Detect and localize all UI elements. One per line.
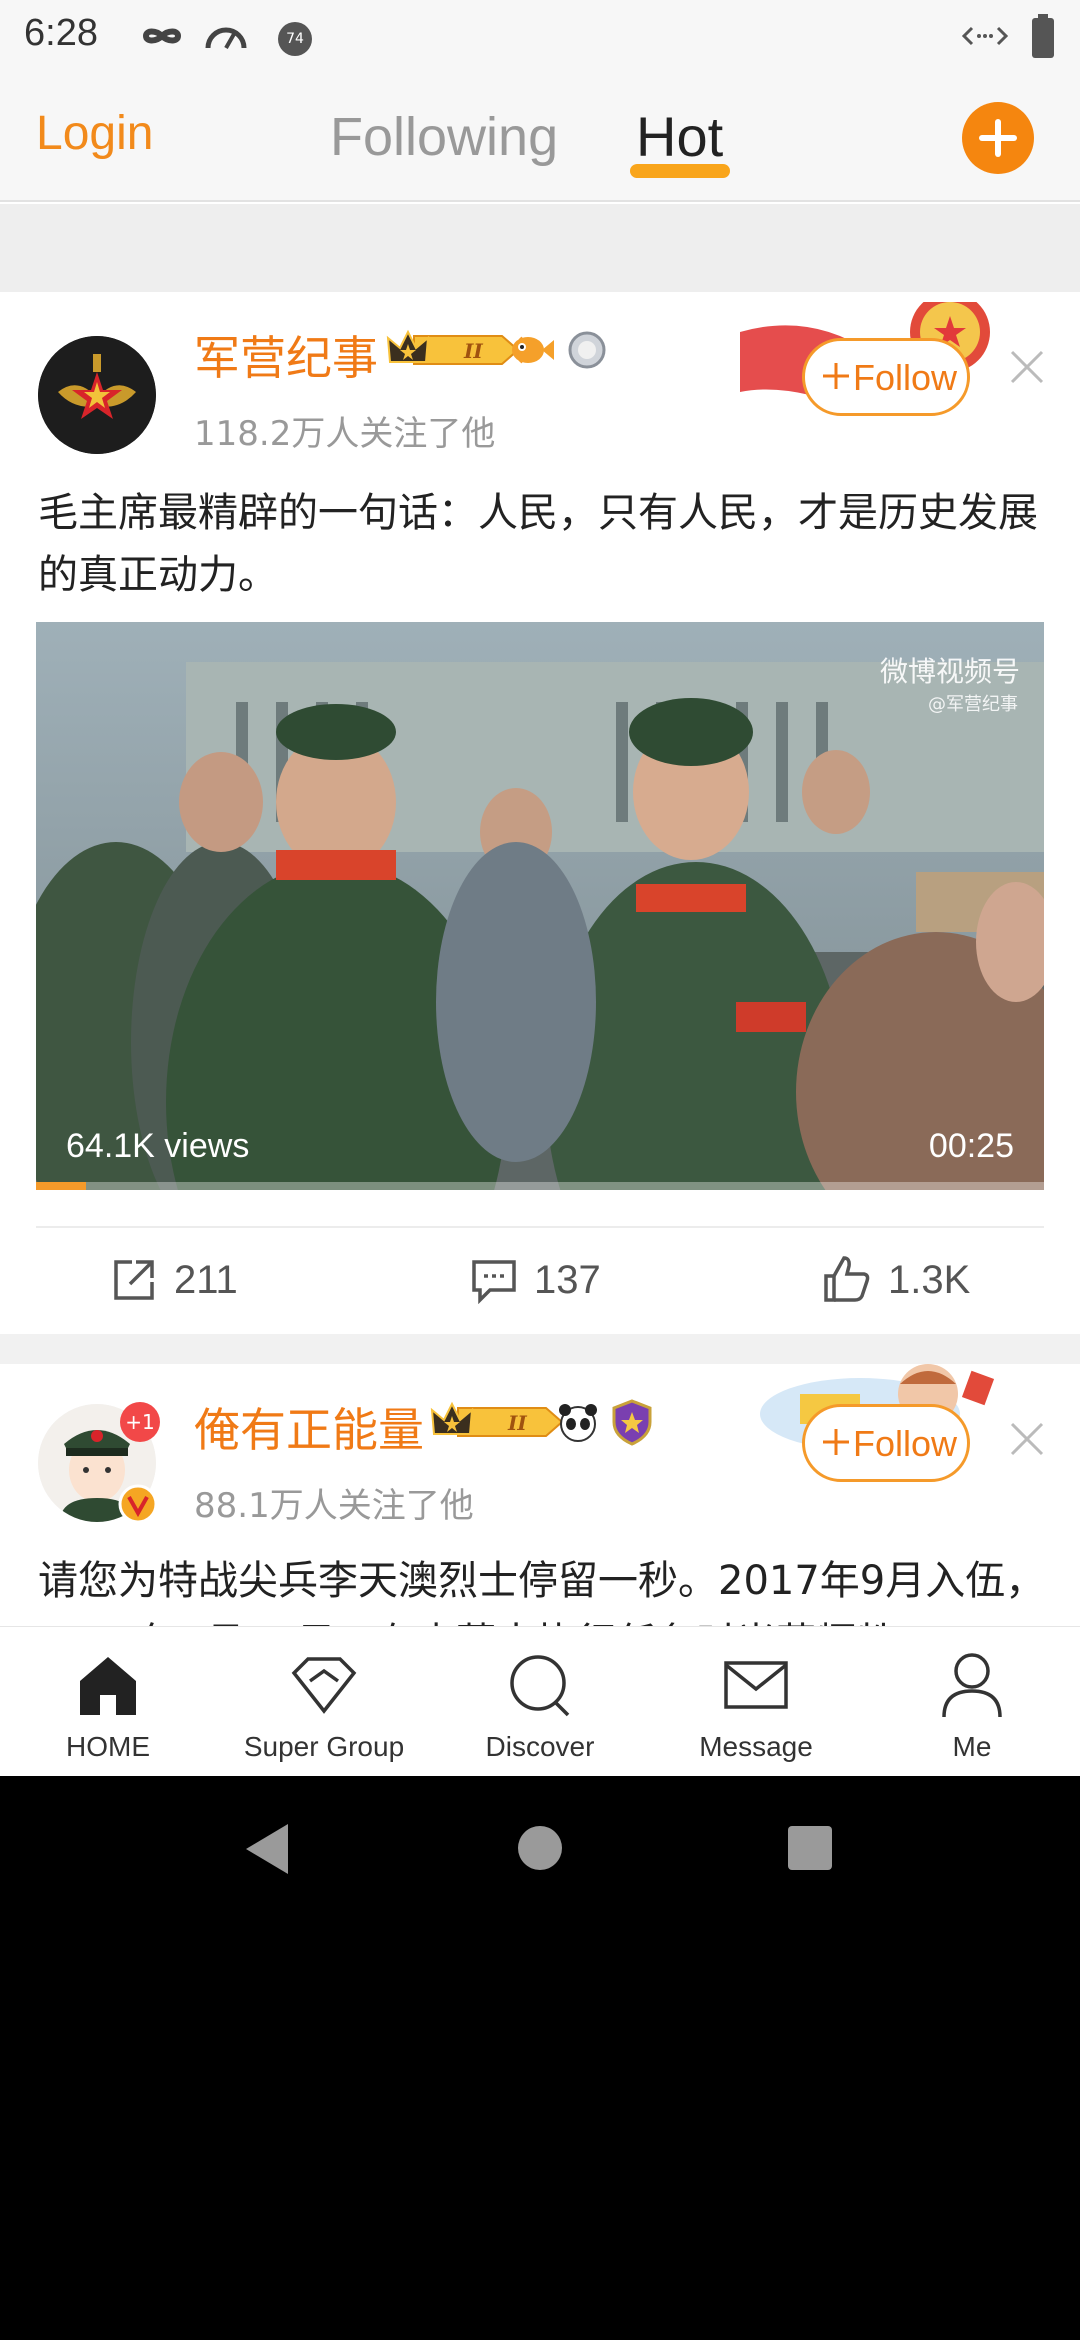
panda-badge-icon xyxy=(559,1404,597,1442)
fish-badge-icon xyxy=(512,337,554,363)
video-watermark-sub: @军营纪事 xyxy=(928,694,1018,715)
medal-badge-icon xyxy=(568,331,606,369)
video-duration: 00:25 xyxy=(928,1127,1014,1165)
back-icon[interactable] xyxy=(244,1822,292,1876)
recents-icon[interactable] xyxy=(786,1824,834,1872)
follower-count: 118.2万人关注了他 xyxy=(194,414,496,454)
like-count: 1.3K xyxy=(888,1258,971,1302)
status-bar: 6:28 74 xyxy=(0,0,1080,72)
avatar-notification-badge: +1 xyxy=(120,1402,160,1442)
login-link[interactable]: Login xyxy=(36,106,153,161)
tab-discover[interactable]: Discover xyxy=(432,1627,648,1776)
system-navigation-bar xyxy=(0,1776,1080,1926)
verified-v-icon xyxy=(118,1484,158,1524)
plus-icon xyxy=(979,119,1017,157)
tab-following[interactable]: Following xyxy=(330,106,558,168)
video-progress-fill xyxy=(36,1182,87,1190)
home-circle-icon[interactable] xyxy=(516,1824,564,1872)
shield-badge-icon xyxy=(612,1399,652,1446)
status-time: 6:28 xyxy=(24,12,98,54)
speedometer-icon xyxy=(205,27,247,49)
plus-icon xyxy=(823,1429,849,1455)
tab-home[interactable]: HOME xyxy=(0,1627,216,1776)
app-screen: 6:28 74 Login Following Hot 军营纪事 II 118.… xyxy=(0,0,1080,1776)
comment-icon xyxy=(472,1260,516,1304)
top-nav: Login Following Hot xyxy=(0,72,1080,202)
tab-label: HOME xyxy=(66,1731,150,1762)
battery-icon xyxy=(1032,14,1054,58)
svg-text:II: II xyxy=(507,1411,527,1435)
thumbs-up-icon xyxy=(824,1256,870,1302)
tab-super-group[interactable]: Super Group xyxy=(216,1627,432,1776)
follow-button-label: Follow xyxy=(853,357,958,398)
tab-label: Me xyxy=(952,1731,992,1762)
compose-button[interactable] xyxy=(962,102,1034,174)
divider xyxy=(36,1226,1044,1228)
tab-me[interactable]: Me xyxy=(864,1627,1080,1776)
comment-count: 137 xyxy=(534,1258,601,1302)
video-view-count: 64.1K views xyxy=(66,1127,250,1165)
tab-label: Message xyxy=(699,1731,813,1762)
army-emblem-icon xyxy=(38,336,156,454)
follow-button[interactable]: Follow xyxy=(802,1404,970,1482)
follow-button-label: Follow xyxy=(853,1423,958,1464)
comment-button[interactable]: 137 xyxy=(470,1250,630,1310)
author-name[interactable]: 俺有正能量 xyxy=(194,1394,424,1460)
video-watermark: 微博视频号 xyxy=(879,655,1020,688)
feed-post[interactable]: +1 俺有正能量 II 88.1万人关注了他 Follow 请您为特战尖兵李天澳… xyxy=(0,1364,1080,1666)
diamond-icon xyxy=(291,1657,357,1714)
like-button[interactable]: 1.3K xyxy=(822,1250,1002,1310)
feed-top-spacer xyxy=(0,204,1080,292)
bottom-tab-bar: HOME Super Group Discover Message Me xyxy=(0,1626,1080,1776)
tab-label: Discover xyxy=(485,1731,595,1762)
close-icon[interactable] xyxy=(1008,1420,1046,1458)
author-name[interactable]: 军营纪事 xyxy=(194,322,378,388)
avatar[interactable] xyxy=(38,336,156,454)
mail-icon xyxy=(724,1661,788,1709)
share-button[interactable]: 211 xyxy=(110,1250,270,1310)
tab-hot[interactable]: Hot xyxy=(636,104,723,169)
post-text[interactable]: 毛主席最精辟的一句话：人民，只有人民，才是历史发展的真正动力。 xyxy=(38,482,1048,606)
video-player[interactable]: 微博视频号 @军营纪事 64.1K views 00:25 xyxy=(36,622,1044,1190)
search-icon xyxy=(510,1655,570,1717)
home-icon xyxy=(80,1657,136,1715)
video-thumbnail xyxy=(36,622,1044,1190)
share-count: 211 xyxy=(174,1258,238,1302)
infinity-icon xyxy=(142,28,182,44)
notification-badge-icon: 74 xyxy=(278,22,312,56)
tab-label: Super Group xyxy=(243,1731,405,1762)
data-sync-icon xyxy=(962,26,1008,46)
feed-post[interactable]: 军营纪事 II 118.2万人关注了他 Follow 毛主席最精辟的一句话：人民… xyxy=(0,292,1080,1334)
person-icon xyxy=(942,1653,1002,1718)
follower-count: 88.1万人关注了他 xyxy=(194,1486,474,1526)
tab-message[interactable]: Message xyxy=(648,1627,864,1776)
follow-button[interactable]: Follow xyxy=(802,338,970,416)
svg-text:II: II xyxy=(463,339,483,363)
close-icon[interactable] xyxy=(1008,348,1046,386)
share-icon xyxy=(114,1260,154,1300)
video-progress-bar[interactable] xyxy=(36,1182,1044,1190)
plus-icon xyxy=(823,363,849,389)
post-separator xyxy=(0,1334,1080,1364)
